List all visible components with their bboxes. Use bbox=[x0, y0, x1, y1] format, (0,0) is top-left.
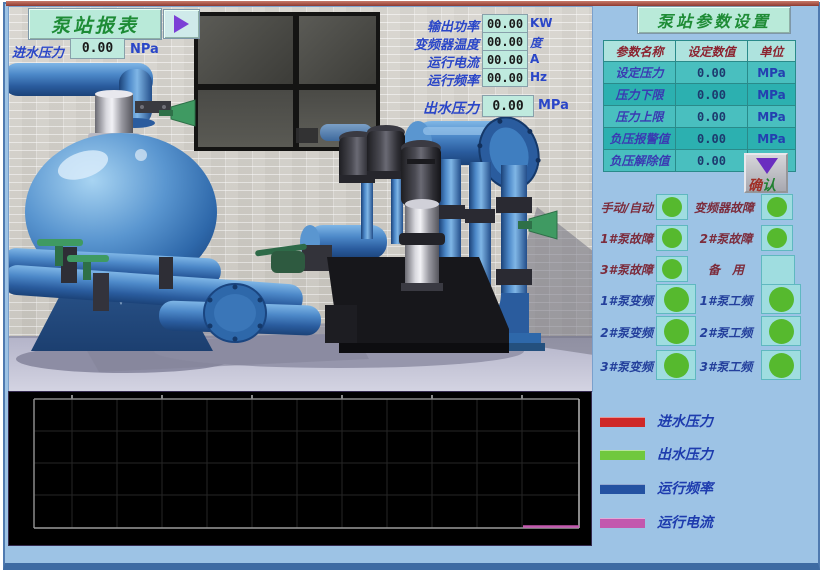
param-value-field[interactable]: 0.00 bbox=[676, 106, 748, 128]
indicator-lamp bbox=[656, 316, 696, 346]
indicator-lamp bbox=[761, 316, 801, 346]
param-value-field[interactable]: 0.00 bbox=[676, 62, 748, 84]
indicator-lamp bbox=[761, 284, 801, 314]
play-icon bbox=[174, 15, 189, 33]
param-unit: MPa bbox=[748, 84, 796, 106]
output-power-unit: KW bbox=[530, 16, 553, 30]
run-frequency-value: 00.00 bbox=[482, 68, 528, 87]
inverter-temp-label: 变频器温度 bbox=[402, 34, 479, 53]
inverter-temp-value: 00.00 bbox=[482, 32, 528, 51]
run-current-label: 运行电流 bbox=[402, 52, 479, 71]
param-unit: MPa bbox=[748, 106, 796, 128]
indicator-lamp bbox=[656, 225, 688, 251]
report-button-label: 泵站报表 bbox=[51, 11, 139, 38]
inlet-pressure-value: 0.00 bbox=[70, 38, 125, 59]
param-unit: MPa bbox=[748, 128, 796, 150]
inlet-pressure-label: 进水压力 bbox=[12, 42, 64, 61]
outlet-pressure-value: 0.00 bbox=[482, 95, 534, 117]
confirm-button-label: 确认 bbox=[748, 175, 776, 195]
table-row: 压力下限 0.00 MPa bbox=[604, 84, 796, 106]
indicator-lamp bbox=[656, 194, 688, 220]
output-power-value: 00.00 bbox=[482, 14, 528, 33]
table-row: 压力上限 0.00 MPa bbox=[604, 106, 796, 128]
param-name: 压力上限 bbox=[604, 106, 676, 128]
outlet-pressure-unit: MPa bbox=[538, 98, 569, 113]
trend-chart bbox=[8, 391, 592, 546]
param-name: 设定压力 bbox=[604, 62, 676, 84]
settings-panel-title: 泵站参数设置 bbox=[637, 6, 791, 34]
param-value-field[interactable]: 0.00 bbox=[676, 84, 748, 106]
inlet-pressure-unit: NPa bbox=[130, 42, 159, 57]
indicator-lamp bbox=[656, 350, 696, 380]
param-value-field[interactable]: 0.00 bbox=[676, 150, 748, 172]
col-header-unit: 单位 bbox=[748, 41, 796, 62]
run-current-value: 00.00 bbox=[482, 50, 528, 69]
output-power-label: 输出功率 bbox=[402, 16, 479, 35]
triangle-down-icon bbox=[756, 158, 778, 174]
param-name: 压力下限 bbox=[604, 84, 676, 106]
indicator-lamp bbox=[761, 225, 793, 251]
table-header-row: 参数名称 设定数值 单位 bbox=[604, 41, 796, 62]
trend-chart-plot bbox=[9, 392, 591, 545]
indicator-lamp bbox=[761, 255, 795, 285]
param-value-field[interactable]: 0.00 bbox=[676, 128, 748, 150]
confirm-button[interactable]: 确认 bbox=[744, 153, 788, 193]
indicator-lamp bbox=[656, 256, 688, 282]
legend-swatch bbox=[600, 417, 645, 427]
indicator-lamp bbox=[761, 194, 793, 220]
inverter-temp-unit: 度 bbox=[530, 34, 542, 51]
param-name: 负压报警值 bbox=[604, 128, 676, 150]
legend-swatch bbox=[600, 484, 645, 494]
param-name: 负压解除值 bbox=[604, 150, 676, 172]
hmi-screen: 泵站报表 进水压力 0.00 NPa 输出功率 00.00 KW 变频器温度 0… bbox=[0, 0, 825, 577]
report-button[interactable]: 泵站报表 bbox=[28, 8, 162, 40]
inlet-pipe bbox=[9, 63, 155, 128]
param-unit: MPa bbox=[748, 62, 796, 84]
run-frequency-unit: Hz bbox=[530, 70, 547, 84]
outlet-pressure-label: 出水压力 bbox=[412, 98, 479, 118]
table-row: 设定压力 0.00 MPa bbox=[604, 62, 796, 84]
col-header-value: 设定数值 bbox=[676, 41, 748, 62]
col-header-name: 参数名称 bbox=[604, 41, 676, 62]
indicator-lamp bbox=[761, 350, 801, 380]
settings-panel-title-text: 泵站参数设置 bbox=[657, 8, 771, 32]
legend-swatch bbox=[600, 518, 645, 528]
report-arrow-button[interactable] bbox=[163, 9, 200, 39]
run-frequency-label: 运行频率 bbox=[402, 70, 479, 89]
table-row: 负压报警值 0.00 MPa bbox=[604, 128, 796, 150]
run-current-unit: A bbox=[530, 52, 539, 66]
legend-swatch bbox=[600, 450, 645, 460]
indicator-lamp bbox=[656, 284, 696, 314]
